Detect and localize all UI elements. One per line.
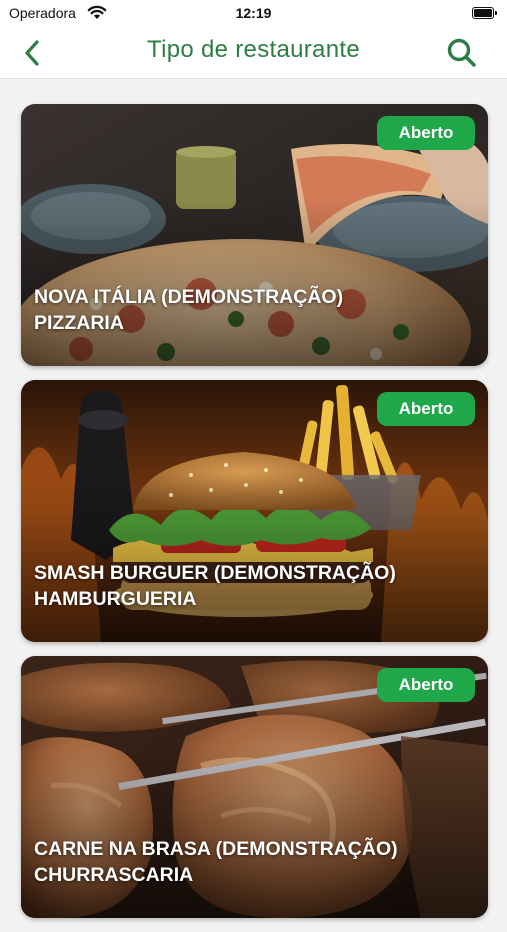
battery-icon: [472, 7, 498, 19]
clock: 12:19: [235, 5, 272, 21]
search-button[interactable]: [445, 36, 479, 70]
restaurant-info: CARNE NA BRASA (DEMONSTRAÇÃO) CHURRASCAR…: [34, 836, 476, 888]
restaurant-info: NOVA ITÁLIA (DEMONSTRAÇÃO) PIZZARIA: [34, 284, 476, 336]
restaurant-name: SMASH BURGUER (DEMONSTRAÇÃO): [34, 562, 396, 584]
restaurant-name: NOVA ITÁLIA (DEMONSTRAÇÃO): [34, 286, 344, 308]
restaurant-card[interactable]: Aberto NOVA ITÁLIA (DEMONSTRAÇÃO) PIZZAR…: [21, 104, 488, 366]
status-badge: Aberto: [377, 392, 475, 426]
restaurant-info: SMASH BURGUER (DEMONSTRAÇÃO) HAMBURGUERI…: [34, 560, 476, 612]
restaurant-name: CARNE NA BRASA (DEMONSTRAÇÃO): [34, 838, 398, 860]
restaurant-category: CHURRASCARIA: [34, 864, 194, 886]
status-badge: Aberto: [377, 668, 475, 702]
restaurant-card[interactable]: Aberto CARNE NA BRASA (DEMONSTRAÇÃO) CHU…: [21, 656, 488, 918]
status-badge: Aberto: [377, 116, 475, 150]
restaurant-category: HAMBURGUERIA: [34, 588, 197, 610]
restaurant-card[interactable]: Aberto SMASH BURGUER (DEMONSTRAÇÃO) HAMB…: [21, 380, 488, 642]
nav-bar: Tipo de restaurante: [0, 28, 507, 79]
restaurant-list: Aberto NOVA ITÁLIA (DEMONSTRAÇÃO) PIZZAR…: [21, 104, 488, 932]
restaurant-category: PIZZARIA: [34, 312, 124, 334]
page-title: Tipo de restaurante: [147, 36, 360, 63]
status-bar: Operadora 12:19: [0, 0, 507, 28]
search-icon: [447, 38, 476, 67]
